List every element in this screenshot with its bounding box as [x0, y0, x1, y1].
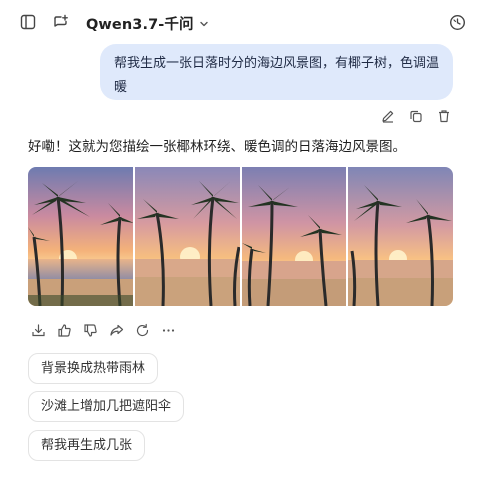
- history-icon[interactable]: [447, 12, 467, 32]
- model-name: Qwen3.7-千问: [86, 16, 194, 33]
- generated-images: [28, 167, 453, 306]
- copy-icon[interactable]: [408, 108, 424, 124]
- assistant-reply: 好嘞！这就为您描绘一张椰林环绕、暖色调的日落海边风景图。: [28, 139, 406, 155]
- generated-image-4[interactable]: [348, 167, 453, 306]
- thumbs-up-icon[interactable]: [56, 322, 72, 338]
- thumbs-down-icon[interactable]: [82, 322, 98, 338]
- sidebar-toggle-icon[interactable]: [18, 12, 38, 32]
- more-icon[interactable]: [160, 322, 176, 338]
- suggestion-chip[interactable]: 帮我再生成几张: [28, 430, 146, 461]
- top-bar: Qwen3.7-千问: [0, 0, 480, 46]
- suggestion-chip[interactable]: 背景换成热带雨林: [28, 353, 159, 384]
- user-message: 帮我生成一张日落时分的海边风景图，有椰子树，色调温暖: [100, 44, 453, 100]
- assistant-actions: [30, 322, 176, 338]
- regenerate-icon[interactable]: [134, 322, 150, 338]
- chevron-down-icon: [199, 14, 209, 33]
- model-selector[interactable]: Qwen3.7-千问: [86, 12, 209, 34]
- generated-image-2[interactable]: [134, 167, 240, 306]
- new-chat-icon[interactable]: [50, 12, 70, 32]
- suggestion-chip[interactable]: 沙滩上增加几把遮阳伞: [28, 391, 185, 422]
- download-icon[interactable]: [30, 322, 46, 338]
- edit-icon[interactable]: [380, 108, 396, 124]
- generated-image-1[interactable]: [28, 167, 133, 306]
- user-message-actions: [380, 108, 452, 124]
- share-icon[interactable]: [108, 322, 124, 338]
- delete-icon[interactable]: [436, 108, 452, 124]
- generated-image-3[interactable]: [241, 167, 347, 306]
